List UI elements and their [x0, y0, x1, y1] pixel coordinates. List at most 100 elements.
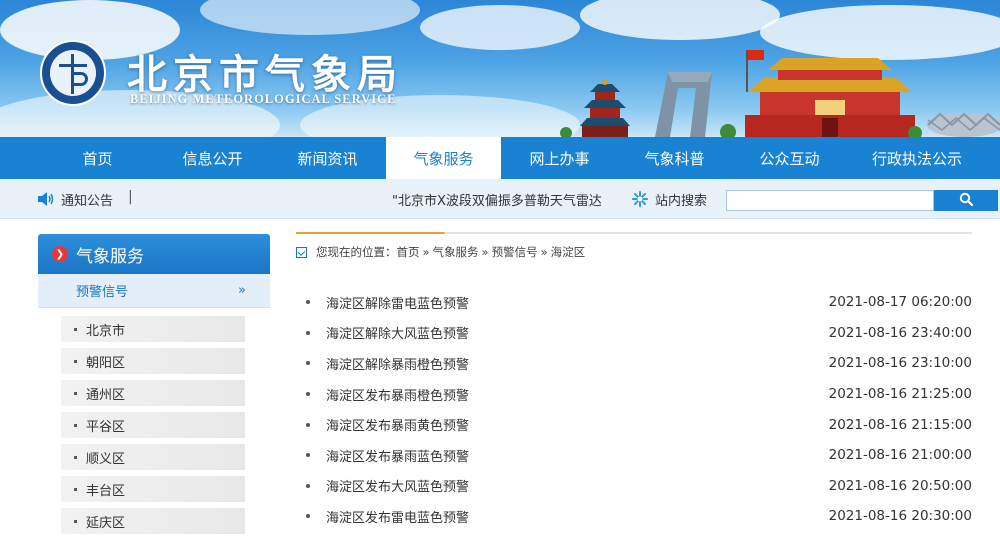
list-item: 海淀区发布暴雨橙色预警 2021-08-16 21:25:00	[296, 379, 972, 410]
list-item: 海淀区发布雷电蓝色预警 2021-08-16 20:30:00	[296, 501, 972, 532]
breadcrumb-separator: »	[481, 245, 489, 259]
site-banner: 北京市气象局 BEIJING METEOROLOGICAL SERVICE	[0, 0, 1000, 137]
nav-news[interactable]: 新闻资讯	[270, 137, 385, 179]
nav-home[interactable]: 首页	[40, 137, 155, 179]
sidebar-item-label: 顺义区	[86, 451, 126, 467]
nav-label: 行政执法公示	[871, 149, 962, 168]
arrow-right-circle-icon: ❯	[52, 246, 68, 262]
sidebar-item-pinggu[interactable]: 平谷区	[61, 412, 245, 438]
bullet-icon	[306, 422, 310, 427]
list-item-title[interactable]: 海淀区解除雷电蓝色预警	[326, 293, 829, 312]
list-item-time: 2021-08-16 21:00:00	[828, 447, 972, 464]
breadcrumb-haidian[interactable]: 海淀区	[551, 244, 586, 260]
list-item-title[interactable]: 海淀区解除暴雨橙色预警	[326, 354, 829, 373]
sidebar-current-category[interactable]: 预警信号 »	[38, 274, 270, 308]
sidebar-item-shunyi[interactable]: 顺义区	[61, 444, 245, 470]
list-item: 海淀区解除雷电蓝色预警 2021-08-17 06:20:00	[296, 287, 972, 318]
bullet-icon	[74, 455, 77, 459]
beijing-landmarks-illustration	[560, 50, 1000, 137]
nav-label: 气象服务	[413, 149, 474, 168]
sidebar-item-label: 朝阳区	[86, 355, 126, 371]
list-item: 海淀区解除大风蓝色预警 2021-08-16 23:40:00	[296, 318, 972, 349]
main-content: 您现在的位置： 首页 » 气象服务 » 预警信号 » 海淀区 海淀区解除雷电蓝色…	[296, 232, 972, 532]
site-search-decor-icon	[632, 191, 648, 207]
list-item-title[interactable]: 海淀区发布大风蓝色预警	[326, 476, 829, 495]
bullet-icon	[74, 519, 77, 523]
tiananmen-icon	[745, 50, 915, 137]
cloud-decoration	[200, 0, 420, 35]
sidebar-district-list: 北京市 朝阳区 通州区 平谷区 顺义区 丰台区 延庆区	[38, 308, 270, 534]
breadcrumb-home[interactable]: 首页	[397, 244, 420, 260]
breadcrumb-warning-signals[interactable]: 预警信号	[492, 244, 538, 260]
list-item-title[interactable]: 海淀区解除大风蓝色预警	[326, 323, 829, 342]
list-item-time: 2021-08-16 23:40:00	[828, 324, 972, 341]
nav-label: 首页	[82, 149, 113, 168]
sidebar-item-label: 通州区	[86, 387, 126, 403]
bullet-icon	[306, 300, 310, 305]
sidebar-item-label: 平谷区	[86, 419, 126, 435]
nav-label: 新闻资讯	[297, 149, 358, 168]
bullet-icon	[74, 423, 77, 427]
bullet-icon	[306, 514, 310, 519]
search-icon	[959, 192, 974, 207]
sidebar-item-yanqing[interactable]: 延庆区	[61, 508, 245, 534]
list-item-title[interactable]: 海淀区发布雷电蓝色预警	[326, 507, 829, 526]
nav-label: 公众互动	[759, 149, 820, 168]
nav-label: 气象科普	[644, 149, 705, 168]
list-item-time: 2021-08-16 21:15:00	[828, 416, 972, 433]
list-item-title[interactable]: 海淀区发布暴雨橙色预警	[326, 385, 829, 404]
bullet-icon	[74, 487, 77, 491]
notice-ticker[interactable]: "北京市X波段双偏振多普勒天气雷达	[392, 190, 602, 209]
warning-list: 海淀区解除雷电蓝色预警 2021-08-17 06:20:00 海淀区解除大风蓝色…	[296, 287, 972, 532]
content-top-divider	[296, 232, 972, 234]
nav-weather-service[interactable]: 气象服务	[386, 137, 501, 179]
sidebar-item-tongzhou[interactable]: 通州区	[61, 380, 245, 406]
list-item-time: 2021-08-16 20:30:00	[828, 508, 972, 525]
breadcrumb-prefix: 您现在的位置：	[316, 245, 397, 259]
bullet-icon	[306, 361, 310, 366]
nav-label: 网上办事	[529, 149, 590, 168]
site-subtitle: BEIJING METEOROLOGICAL SERVICE	[130, 92, 397, 106]
list-item-time: 2021-08-16 23:10:00	[828, 355, 972, 372]
sidebar-item-label: 北京市	[86, 323, 126, 339]
list-item: 海淀区发布暴雨蓝色预警 2021-08-16 21:00:00	[296, 440, 972, 471]
site-search-label: 站内搜索	[655, 194, 708, 209]
site-search-input[interactable]	[726, 190, 934, 211]
birds-nest-stadium-icon	[927, 112, 1000, 137]
bullet-icon	[74, 391, 77, 395]
bullet-icon	[306, 483, 310, 488]
main-navigation: 首页 信息公开 新闻资讯 气象服务 网上办事 气象科普 公众互动 行政执法公示	[0, 137, 1000, 179]
sidebar-item-label: 丰台区	[86, 483, 126, 499]
double-chevron-icon: »	[238, 283, 246, 298]
list-item-title[interactable]: 海淀区发布暴雨蓝色预警	[326, 446, 829, 465]
nav-info-disclosure[interactable]: 信息公开	[155, 137, 270, 179]
location-check-icon	[296, 246, 307, 258]
cctv-tower-icon	[655, 72, 712, 137]
nav-public-interaction[interactable]: 公众互动	[732, 137, 847, 179]
sidebar-item-chaoyang[interactable]: 朝阳区	[61, 348, 245, 374]
sidebar-item-fengtai[interactable]: 丰台区	[61, 476, 245, 502]
breadcrumb: 您现在的位置： 首页 » 气象服务 » 预警信号 » 海淀区	[296, 244, 972, 260]
bullet-icon	[306, 453, 310, 458]
nav-online-service[interactable]: 网上办事	[502, 137, 617, 179]
nav-science[interactable]: 气象科普	[617, 137, 732, 179]
sidebar-item-beijing[interactable]: 北京市	[61, 316, 245, 342]
breadcrumb-weather-service[interactable]: 气象服务	[433, 244, 479, 260]
sidebar-current-label: 预警信号	[76, 285, 129, 300]
search-button[interactable]	[934, 190, 998, 211]
nav-law-enforcement[interactable]: 行政执法公示	[847, 137, 987, 179]
list-item: 海淀区发布大风蓝色预警 2021-08-16 20:50:00	[296, 471, 972, 502]
bullet-icon	[74, 327, 77, 331]
breadcrumb-separator: »	[422, 245, 430, 259]
speaker-icon	[38, 192, 54, 206]
nav-label: 信息公开	[182, 149, 243, 168]
list-item-title[interactable]: 海淀区发布暴雨黄色预警	[326, 415, 829, 434]
sidebar-title: 气象服务	[76, 246, 144, 267]
breadcrumb-separator: »	[540, 245, 548, 259]
bullet-icon	[306, 392, 310, 397]
sidebar-item-label: 延庆区	[86, 515, 126, 531]
sidebar: ❯ 气象服务 预警信号 » 北京市 朝阳区 通州区 平谷区 顺义区 丰台区 延庆…	[38, 234, 270, 540]
bms-seal-logo[interactable]	[40, 40, 106, 106]
list-item-time: 2021-08-16 21:25:00	[828, 386, 972, 403]
bullet-icon	[74, 359, 77, 363]
